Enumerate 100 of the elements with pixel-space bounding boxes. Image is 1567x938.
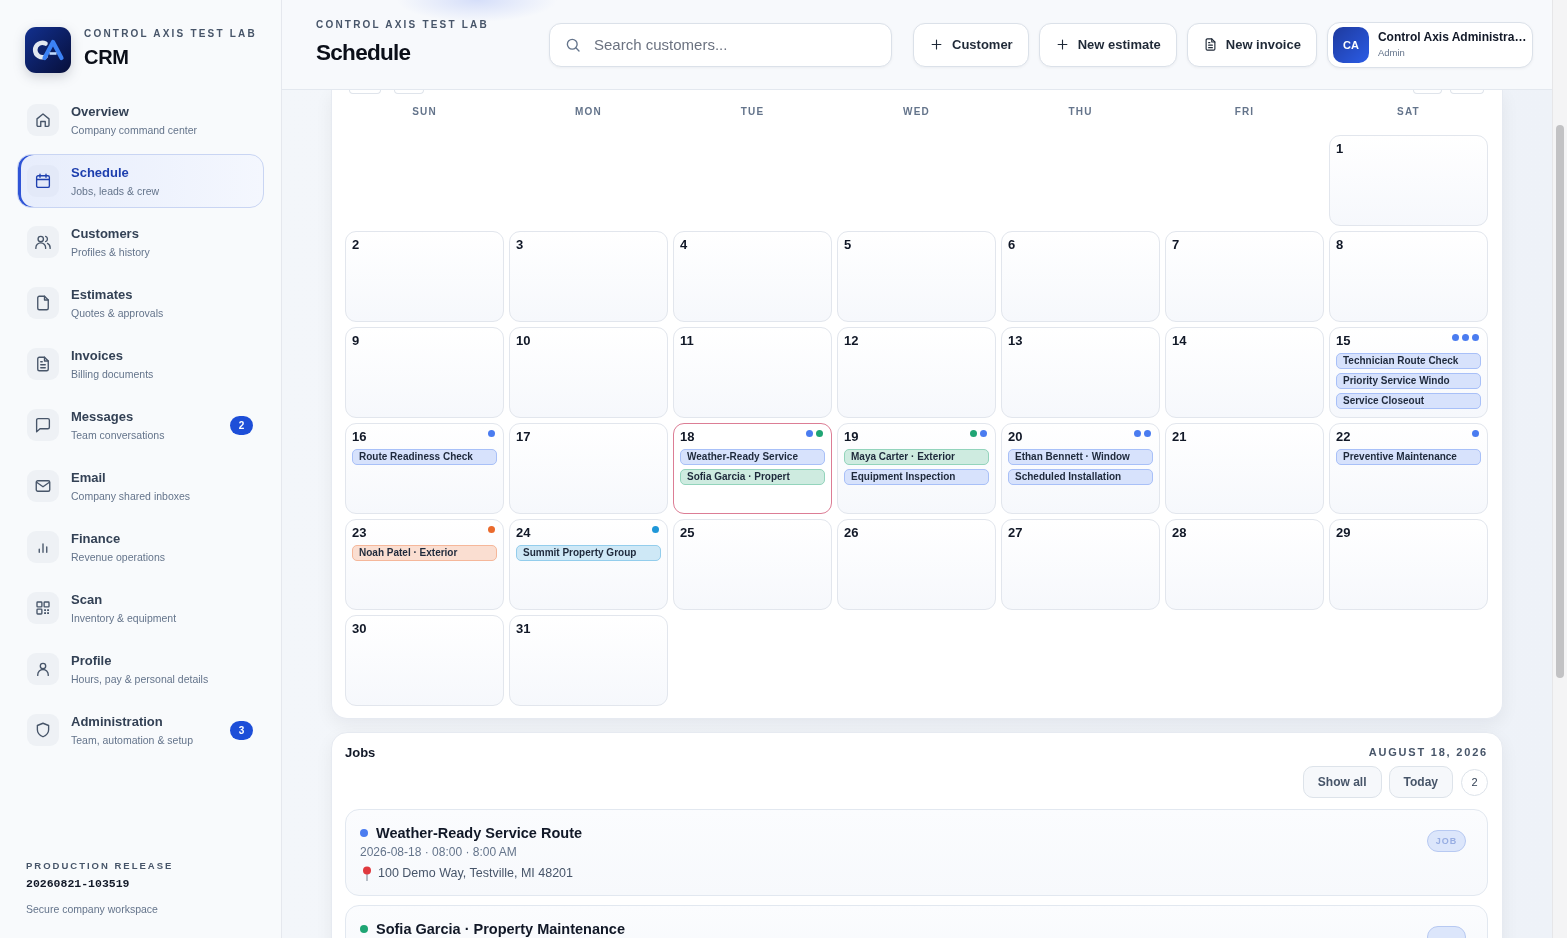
search-field[interactable]: Search customers... [549, 22, 892, 67]
event-chip[interactable]: Ethan Bennett · Window [1008, 449, 1153, 465]
event-chip[interactable]: Technician Route Check [1336, 353, 1481, 369]
day-cell[interactable]: 23 Noah Patel · Exterior [345, 519, 504, 610]
day-cell[interactable]: 3 [509, 231, 668, 322]
day-cell[interactable]: 30 [345, 615, 504, 706]
day-cell[interactable]: 10 [509, 327, 668, 418]
filter-button[interactable]: Today [1388, 766, 1453, 798]
day-cell[interactable]: 29 [1329, 519, 1488, 610]
day-number: 13 [1008, 333, 1023, 348]
nav-item[interactable]: Profile Hours, pay & personal details [17, 642, 264, 696]
nav-item[interactable]: Overview Company command center [17, 93, 264, 147]
day-cell[interactable]: 5 [837, 231, 996, 322]
day-cell[interactable]: 16 Route Readiness Check [345, 423, 504, 514]
day-cell[interactable]: 14 [1165, 327, 1324, 418]
weekday-label: WED [903, 106, 930, 118]
app-name: CRM [84, 45, 129, 69]
day-cell[interactable]: 18 Weather-Ready Service Sofia Garcia · Propert [673, 423, 832, 514]
count-badge: 2 [230, 415, 253, 435]
day-cell[interactable]: 12 [837, 327, 996, 418]
day-number: 12 [844, 333, 859, 348]
nav-item[interactable]: Finance Revenue operations [17, 520, 264, 574]
plus-icon [929, 37, 944, 52]
weekday-label: TUE [740, 106, 765, 118]
nav-item[interactable]: Scan Inventory & equipment [17, 581, 264, 635]
day-cell[interactable]: 20 Ethan Bennett · Window Scheduled Installation [1001, 423, 1160, 514]
job-card[interactable]: Weather-Ready Service Route 2026-08-18 · 08:00 · 8:00 AM 100 Demo Way, Testville, MI 48201 JOB [345, 809, 1488, 896]
day-number: 2 [352, 237, 360, 252]
nav-item[interactable]: Schedule Jobs, leads & crew [17, 154, 264, 208]
event-chip[interactable]: Service Closeout [1336, 393, 1481, 409]
day-cell[interactable]: 21 [1165, 423, 1324, 514]
weekday-label: FRI [1234, 106, 1255, 118]
day-cell[interactable]: 15 Technician Route Check Priority Service Windo Service Closeout [1329, 327, 1488, 418]
day-cell[interactable]: 17 [509, 423, 668, 514]
day-number: 20 [1008, 429, 1023, 444]
day-number: 5 [844, 237, 852, 252]
day-cell[interactable]: 13 [1001, 327, 1160, 418]
header-button[interactable]: New estimate [1038, 22, 1177, 67]
day-cell[interactable]: 31 [509, 615, 668, 706]
count-badge: 3 [230, 720, 253, 740]
day-cell[interactable]: 25 [673, 519, 832, 610]
day-cell[interactable]: 2 [345, 231, 504, 322]
event-chip[interactable]: Weather-Ready Service [680, 449, 825, 465]
day-cell[interactable]: 9 [345, 327, 504, 418]
day-cell[interactable]: 22 Preventive Maintenance [1329, 423, 1488, 514]
event-chip[interactable]: Equipment Inspection [844, 469, 989, 485]
job-card[interactable]: Sofia Garcia · Property Maintenance [345, 905, 1488, 938]
day-cell[interactable]: 19 Maya Carter · Exterior Equipment Inspection [837, 423, 996, 514]
day-cell[interactable]: 26 [837, 519, 996, 610]
event-chip[interactable]: Sofia Garcia · Propert [680, 469, 825, 485]
event-chip[interactable]: Summit Property Group [516, 545, 661, 561]
scrollbar-thumb[interactable] [1556, 125, 1564, 678]
day-number: 3 [516, 237, 524, 252]
day-number: 22 [1336, 429, 1351, 444]
day-number: 14 [1172, 333, 1187, 348]
filter-button[interactable]: Show all [1302, 766, 1382, 798]
people-icon [27, 226, 59, 258]
user-menu[interactable]: CA Control Axis Administra… Admin [1326, 21, 1533, 68]
document-icon [1202, 37, 1218, 52]
day-number: 27 [1008, 525, 1023, 540]
release-label: PRODUCTION RELEASE [26, 860, 174, 872]
day-cell[interactable]: 24 Summit Property Group [509, 519, 668, 610]
day-number: 8 [1336, 237, 1344, 252]
header-button[interactable]: Customer [913, 22, 1029, 67]
nav-item[interactable]: Estimates Quotes & approvals [17, 276, 264, 330]
day-number: 18 [680, 429, 695, 444]
day-number: 17 [516, 429, 531, 444]
nav-item[interactable]: Administration Team, automation & setup 3 [17, 703, 264, 757]
job-title: Weather-Ready Service Route [376, 824, 583, 842]
calendar-icon [27, 165, 59, 197]
day-number: 19 [844, 429, 859, 444]
day-cell[interactable]: 11 [673, 327, 832, 418]
event-chip[interactable]: Scheduled Installation [1008, 469, 1153, 485]
release-version: 20260821-103519 [26, 877, 130, 891]
nav-item[interactable]: Invoices Billing documents [17, 337, 264, 391]
day-cell[interactable]: 1 [1329, 135, 1488, 226]
day-cell[interactable]: 6 [1001, 231, 1160, 322]
nav-item[interactable]: Customers Profiles & history [17, 215, 264, 269]
day-cell[interactable]: 28 [1165, 519, 1324, 610]
day-cell[interactable]: 27 [1001, 519, 1160, 610]
nav-item[interactable]: Email Company shared inboxes [17, 459, 264, 513]
day-number: 21 [1172, 429, 1187, 444]
event-chip[interactable]: Maya Carter · Exterior [844, 449, 989, 465]
event-chip[interactable]: Route Readiness Check [352, 449, 497, 465]
bar-chart-icon [27, 531, 59, 563]
footer-note: Secure company workspace [26, 902, 158, 916]
event-chip[interactable]: Priority Service Windo [1336, 373, 1481, 389]
day-cell[interactable]: 7 [1165, 231, 1324, 322]
day-number: 15 [1336, 333, 1351, 348]
day-cell[interactable]: 8 [1329, 231, 1488, 322]
event-chip[interactable]: Preventive Maintenance [1336, 449, 1481, 465]
day-number: 29 [1336, 525, 1351, 540]
job-time: 2026-08-18 · 08:00 · 8:00 AM [360, 845, 517, 860]
nav-item[interactable]: Messages Team conversations 2 [17, 398, 264, 452]
day-cell[interactable]: 4 [673, 231, 832, 322]
event-chip[interactable]: Noah Patel · Exterior [352, 545, 497, 561]
weekday-label: SUN [412, 106, 437, 118]
header-button[interactable]: New invoice [1186, 22, 1317, 67]
document-icon [27, 348, 59, 380]
day-number: 4 [680, 237, 688, 252]
